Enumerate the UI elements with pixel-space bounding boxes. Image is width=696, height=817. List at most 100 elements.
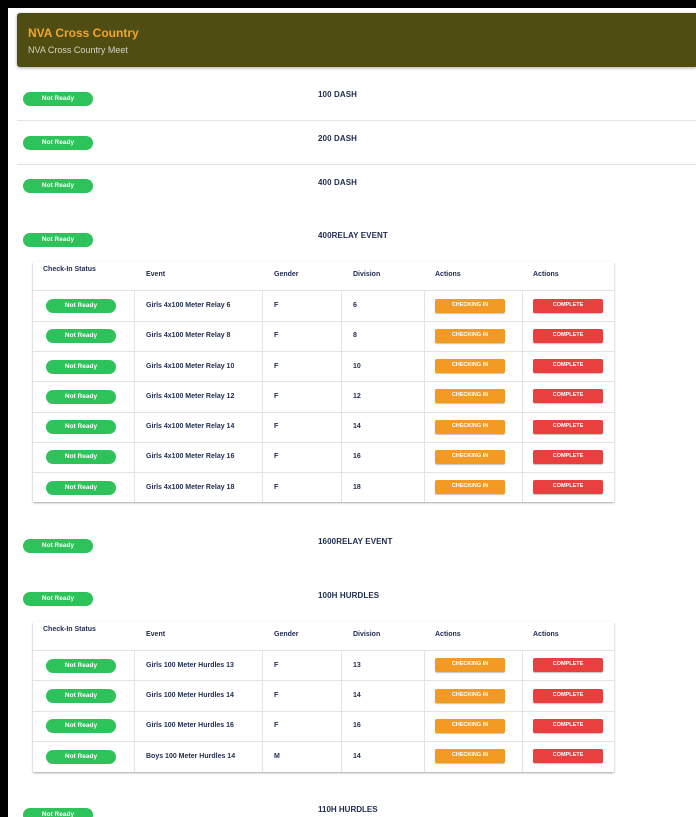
row-divider (33, 381, 614, 382)
checking-in-button[interactable]: CHECKING IN (435, 329, 505, 343)
row-divider (33, 650, 614, 651)
event-row-100h-hurdles[interactable]: Not Ready 100H HURDLES (17, 591, 696, 612)
complete-button[interactable]: COMPLETE (533, 359, 603, 373)
row-event: Girls 4x100 Meter Relay 16 (146, 453, 235, 460)
event-row-1600relay[interactable]: Not Ready 1600RELAY EVENT (17, 537, 696, 559)
row-divider (33, 412, 614, 413)
column-header-status: Check-In Status (43, 266, 96, 273)
row-event: Girls 4x100 Meter Relay 6 (146, 302, 231, 309)
checking-in-button[interactable]: CHECKING IN (435, 480, 505, 494)
checking-in-button[interactable]: CHECKING IN (435, 359, 505, 373)
event-row-100-dash[interactable]: Not Ready 100 DASH (17, 90, 696, 112)
row-event: Girls 100 Meter Hurdles 16 (146, 722, 234, 729)
column-header-actions: Actions (533, 631, 559, 638)
row-division: 10 (353, 363, 361, 370)
row-gender: F (274, 423, 279, 430)
row-status-badge: Not Ready (46, 719, 116, 733)
meet-header: NVA Cross Country NVA Cross Country Meet (17, 13, 696, 67)
complete-button[interactable]: COMPLETE (533, 689, 603, 703)
checking-in-button[interactable]: CHECKING IN (435, 450, 505, 464)
complete-button[interactable]: COMPLETE (533, 480, 603, 494)
row-status-badge: Not Ready (46, 450, 116, 464)
row-division: 16 (353, 453, 361, 460)
row-division: 6 (353, 302, 357, 309)
status-badge: Not Ready (23, 808, 93, 817)
event-name: 400RELAY EVENT (318, 231, 388, 240)
row-divider (33, 321, 614, 322)
row-divider (33, 472, 614, 473)
complete-button[interactable]: COMPLETE (533, 658, 603, 672)
complete-button[interactable]: COMPLETE (533, 329, 603, 343)
row-status-badge: Not Ready (46, 659, 116, 673)
column-header-event: Event (146, 271, 166, 278)
row-gender: F (274, 363, 279, 370)
row-gender: F (274, 332, 279, 339)
row-gender: F (274, 722, 279, 729)
status-badge: Not Ready (23, 179, 93, 193)
column-header-division: Division (353, 271, 381, 278)
meet-title: NVA Cross Country (28, 26, 139, 40)
row-status-badge: Not Ready (46, 299, 116, 313)
column-header-gender: Gender (274, 631, 299, 638)
row-gender: F (274, 302, 279, 309)
event-row-400-dash[interactable]: Not Ready 400 DASH (17, 178, 696, 199)
row-event: Boys 100 Meter Hurdles 14 (146, 753, 236, 760)
row-event: Girls 100 Meter Hurdles 14 (146, 692, 234, 699)
row-division: 12 (353, 393, 361, 400)
divider (17, 120, 696, 121)
column-header-event: Event (146, 631, 166, 638)
complete-button[interactable]: COMPLETE (533, 299, 603, 313)
row-division: 14 (353, 423, 361, 430)
window-top-edge (0, 0, 696, 8)
complete-button[interactable]: COMPLETE (533, 450, 603, 464)
row-status-badge: Not Ready (46, 420, 116, 434)
event-row-400relay[interactable]: Not Ready 400RELAY EVENT (17, 231, 696, 253)
checking-in-button[interactable]: CHECKING IN (435, 719, 505, 733)
row-event: Girls 100 Meter Hurdles 13 (146, 662, 234, 669)
row-gender: F (274, 692, 279, 699)
event-name: 110H HURDLES (318, 805, 378, 814)
status-badge: Not Ready (23, 592, 93, 606)
complete-button[interactable]: COMPLETE (533, 719, 603, 733)
divider (17, 164, 696, 165)
row-gender: M (274, 753, 280, 760)
row-divider (33, 442, 614, 443)
row-division: 13 (353, 662, 361, 669)
row-event: Girls 4x100 Meter Relay 10 (146, 363, 235, 370)
row-status-badge: Not Ready (46, 750, 116, 764)
checking-in-button[interactable]: CHECKING IN (435, 749, 505, 763)
window-left-edge (0, 0, 8, 817)
row-division: 16 (353, 722, 361, 729)
meet-subtitle: NVA Cross Country Meet (28, 45, 128, 55)
row-gender: F (274, 393, 279, 400)
row-status-badge: Not Ready (46, 390, 116, 404)
complete-button[interactable]: COMPLETE (533, 389, 603, 403)
column-header-division: Division (353, 631, 381, 638)
column-header-actions: Actions (533, 271, 559, 278)
row-event: Girls 4x100 Meter Relay 12 (146, 393, 235, 400)
row-divider (33, 351, 614, 352)
checking-in-button[interactable]: CHECKING IN (435, 389, 505, 403)
column-header-actions: Actions (435, 631, 461, 638)
event-name: 400 DASH (318, 178, 358, 187)
checking-in-button[interactable]: CHECKING IN (435, 420, 505, 434)
event-name: 1600RELAY EVENT (318, 537, 393, 546)
complete-button[interactable]: COMPLETE (533, 420, 603, 434)
row-status-badge: Not Ready (46, 329, 116, 343)
checking-in-button[interactable]: CHECKING IN (435, 658, 505, 672)
event-row-200-dash[interactable]: Not Ready 200 DASH (17, 134, 696, 156)
row-event: Girls 4x100 Meter Relay 14 (146, 423, 235, 430)
row-division: 14 (353, 692, 361, 699)
row-gender: F (274, 453, 279, 460)
row-event: Girls 4x100 Meter Relay 18 (146, 484, 235, 491)
row-status-badge: Not Ready (46, 481, 116, 495)
row-divider (33, 680, 614, 681)
complete-button[interactable]: COMPLETE (533, 749, 603, 763)
column-header-gender: Gender (274, 271, 299, 278)
row-divider (33, 741, 614, 742)
heat-table-100h-hurdles: Check-In Status Event Gender Division Ac… (33, 622, 614, 772)
status-badge: Not Ready (23, 539, 93, 553)
row-event: Girls 4x100 Meter Relay 8 (146, 332, 231, 339)
checking-in-button[interactable]: CHECKING IN (435, 689, 505, 703)
checking-in-button[interactable]: CHECKING IN (435, 299, 505, 313)
